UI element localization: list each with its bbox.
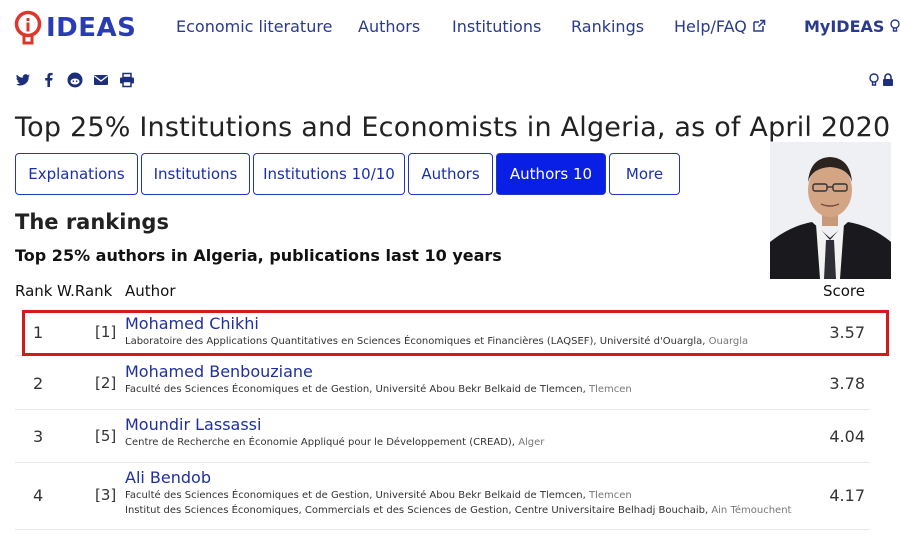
highlight-box bbox=[22, 310, 889, 356]
author-cell: Ali Bendob Faculté des Sciences Économiq… bbox=[125, 468, 791, 518]
reddit-icon[interactable] bbox=[67, 72, 83, 88]
tab-institutions-10-10[interactable]: Institutions 10/10 bbox=[253, 153, 405, 195]
nav-help-faq-label: Help/FAQ bbox=[674, 17, 747, 36]
nav-myideas[interactable]: MyIDEAS (r bbox=[804, 17, 900, 37]
author-name-link[interactable]: Moundir Lassassi bbox=[125, 415, 544, 435]
nav-myideas-label: MyIDEAS bbox=[804, 17, 885, 36]
score-cell: 4.17 bbox=[829, 486, 865, 505]
print-icon[interactable] bbox=[119, 72, 135, 88]
table-header: Rank W.Rank Author Score bbox=[15, 282, 870, 302]
bulb-icon bbox=[890, 18, 900, 37]
affiliation-place: Tlemcen bbox=[589, 384, 632, 395]
email-icon[interactable] bbox=[93, 72, 109, 88]
score-cell: 4.04 bbox=[829, 427, 865, 446]
header-wrank: W.Rank bbox=[57, 282, 113, 300]
top-navigation: IDEAS Economic literature Authors Instit… bbox=[0, 0, 900, 56]
tab-authors-10[interactable]: Authors 10 bbox=[496, 153, 606, 195]
author-name-link[interactable]: Ali Bendob bbox=[125, 468, 791, 488]
affiliation: Faculté des Sciences Économiques et de G… bbox=[125, 382, 632, 397]
affiliation-link[interactable]: Faculté des Sciences Économiques et de G… bbox=[125, 490, 586, 501]
tab-institutions[interactable]: Institutions bbox=[141, 153, 250, 195]
lock-icon[interactable] bbox=[882, 72, 894, 91]
affiliation-place: Alger bbox=[518, 437, 545, 448]
table-caption: Top 25% authors in Algeria, publications… bbox=[15, 246, 502, 265]
affiliation-place: Tlemcen bbox=[589, 490, 632, 501]
bulb-icon[interactable] bbox=[869, 72, 879, 91]
table-row: 3 [5] Moundir Lassassi Centre de Recherc… bbox=[15, 411, 870, 463]
ideas-logo[interactable]: IDEAS bbox=[14, 8, 136, 48]
nav-institutions[interactable]: Institutions bbox=[452, 17, 541, 36]
rank-cell: 2 bbox=[33, 374, 44, 393]
tab-explanations[interactable]: Explanations bbox=[15, 153, 138, 195]
affiliation: Centre de Recherche en Économie Appliqué… bbox=[125, 435, 544, 450]
nav-economic-literature[interactable]: Economic literature bbox=[176, 17, 332, 36]
score-cell: 3.78 bbox=[829, 374, 865, 393]
author-cell: Mohamed Benbouziane Faculté des Sciences… bbox=[125, 362, 632, 397]
facebook-icon[interactable] bbox=[41, 72, 57, 88]
external-link-icon bbox=[752, 18, 766, 37]
affiliation: Institut des Sciences Économiques, Comme… bbox=[125, 503, 791, 518]
table-row: 4 [3] Ali Bendob Faculté des Sciences Éc… bbox=[15, 464, 870, 530]
header-score: Score bbox=[822, 282, 865, 300]
affiliation-place: Ain Témouchent bbox=[711, 505, 792, 516]
logo-text: IDEAS bbox=[46, 13, 137, 43]
ideas-logo-mark-icon bbox=[14, 10, 44, 46]
tab-authors[interactable]: Authors bbox=[408, 153, 493, 195]
wrank-cell: [2] bbox=[95, 374, 117, 392]
author-cell: Moundir Lassassi Centre de Recherche en … bbox=[125, 415, 544, 450]
wrank-cell: [5] bbox=[95, 427, 117, 445]
header-rank: Rank bbox=[15, 282, 53, 300]
tab-more[interactable]: More bbox=[609, 153, 680, 195]
affiliation: Faculté des Sciences Économiques et de G… bbox=[125, 488, 791, 503]
account-status bbox=[869, 72, 894, 91]
affiliation-link[interactable]: Centre de Recherche en Économie Appliqué… bbox=[125, 437, 515, 448]
affiliation-link[interactable]: Faculté des Sciences Économiques et de G… bbox=[125, 384, 586, 395]
rank-cell: 3 bbox=[33, 427, 44, 446]
author-name-link[interactable]: Mohamed Benbouziane bbox=[125, 362, 632, 382]
twitter-icon[interactable] bbox=[15, 72, 31, 88]
nav-help-faq[interactable]: Help/FAQ bbox=[674, 17, 766, 37]
affiliation-link[interactable]: Institut des Sciences Économiques, Comme… bbox=[125, 505, 708, 516]
table-row: 2 [2] Mohamed Benbouziane Faculté des Sc… bbox=[15, 358, 870, 410]
ranking-tabs: Explanations Institutions Institutions 1… bbox=[15, 153, 683, 195]
nav-authors[interactable]: Authors bbox=[358, 17, 420, 36]
section-title: The rankings bbox=[15, 210, 169, 234]
wrank-cell: [3] bbox=[95, 486, 117, 504]
page-title: Top 25% Institutions and Economists in A… bbox=[15, 112, 891, 143]
nav-rankings[interactable]: Rankings bbox=[571, 17, 644, 36]
rank-cell: 4 bbox=[33, 486, 44, 505]
share-bar bbox=[15, 72, 135, 88]
header-author: Author bbox=[125, 282, 176, 300]
author-photo bbox=[770, 142, 891, 279]
